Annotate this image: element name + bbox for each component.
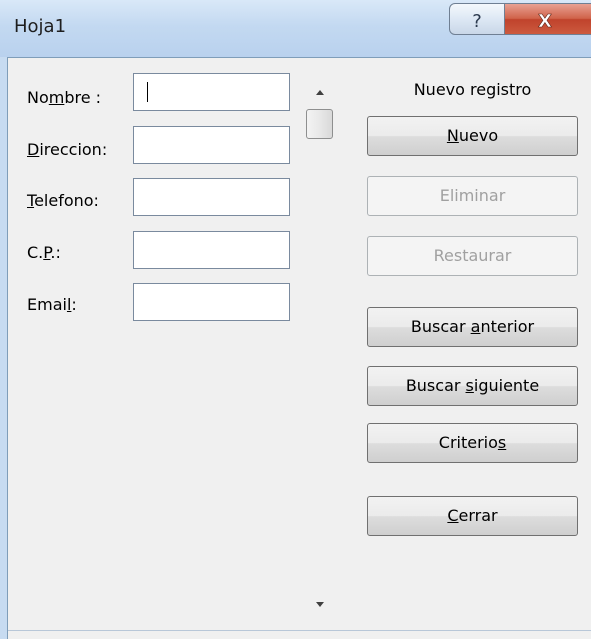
text-caret [147, 82, 148, 102]
close-x-icon: X [538, 11, 553, 33]
scroll-thumb[interactable] [306, 109, 333, 139]
field-label-direccion: Direccion: [27, 140, 108, 159]
title-bar[interactable]: Hoja1 ? X [0, 0, 591, 57]
telefono-input[interactable] [133, 178, 290, 216]
scroll-up-button[interactable] [304, 79, 336, 105]
nombre-input[interactable] [133, 73, 290, 111]
field-label-cp: C.P.: [27, 243, 61, 262]
field-label-nombre: Nombre : [27, 88, 102, 107]
cp-input[interactable] [133, 231, 290, 269]
dialog-window: Hoja1 ? X Nombre : Direccion: Telefono: … [0, 0, 591, 639]
buscar-anterior-button[interactable]: Buscar anterior [367, 307, 578, 347]
direccion-input[interactable] [133, 126, 290, 164]
record-status-label: Nuevo registro [413, 80, 532, 99]
triangle-up-icon [316, 90, 324, 95]
nuevo-button[interactable]: Nuevo [367, 116, 578, 156]
scroll-down-button[interactable] [304, 591, 336, 617]
criterios-button[interactable]: Criterios [367, 423, 578, 463]
svg-text:X: X [538, 11, 552, 32]
field-label-telefono: Telefono: [27, 191, 99, 210]
window-title: Hoja1 [14, 16, 67, 37]
email-input[interactable] [133, 283, 290, 321]
restaurar-button[interactable]: Restaurar [367, 236, 578, 276]
bottom-border [8, 630, 591, 631]
buscar-siguiente-button[interactable]: Buscar siguiente [367, 366, 578, 406]
close-button[interactable]: X [504, 3, 591, 35]
record-scrollbar[interactable] [304, 75, 336, 630]
triangle-down-icon [316, 602, 324, 607]
eliminar-button[interactable]: Eliminar [367, 176, 578, 216]
help-button[interactable]: ? [449, 3, 505, 35]
question-mark-icon: ? [472, 11, 482, 32]
cerrar-button[interactable]: Cerrar [367, 496, 578, 536]
field-label-email: Email: [27, 295, 77, 314]
svg-text:?: ? [472, 11, 482, 32]
